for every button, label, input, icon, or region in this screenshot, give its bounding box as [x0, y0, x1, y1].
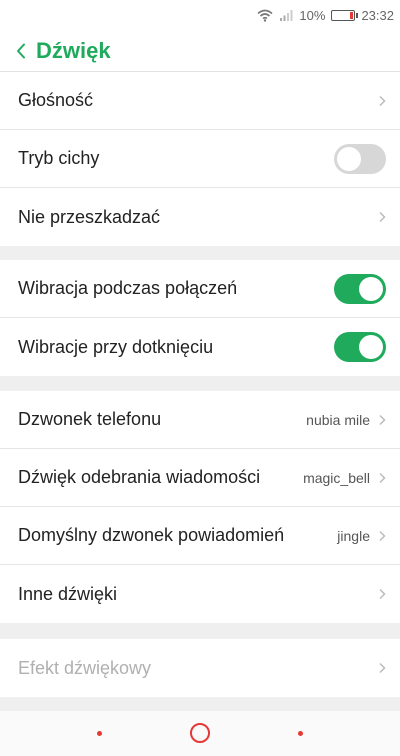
page-title: Dźwięk: [36, 37, 111, 63]
navigation-bar: [0, 711, 400, 756]
settings-row[interactable]: Dzwonek telefonu nubia mile: [0, 391, 400, 449]
settings-row-control: nubia mile: [306, 391, 386, 448]
toggle-switch[interactable]: [334, 273, 386, 304]
settings-row[interactable]: Tryb cichy: [0, 130, 400, 188]
settings-row-control: [334, 260, 386, 317]
battery-icon: [331, 9, 359, 21]
app-header: Dźwięk: [0, 30, 400, 72]
chevron-right-icon: [379, 472, 386, 483]
settings-section: Głośność Tryb cichy Nie przeszkadzać: [0, 72, 400, 246]
settings-row[interactable]: Nie przeszkadzać: [0, 188, 400, 246]
settings-row[interactable]: Dźwięk odebrania wiadomości magic_bell: [0, 449, 400, 507]
chevron-right-icon: [379, 662, 386, 674]
battery-percent: 10%: [299, 7, 326, 23]
signal-icon: [280, 10, 293, 21]
settings-row-label: Inne dźwięki: [18, 583, 118, 604]
toggle-knob: [359, 335, 383, 359]
settings-row-value: magic_bell: [303, 469, 370, 486]
settings-row[interactable]: Wibracje przy dotknięciu: [0, 318, 400, 376]
toggle-knob: [337, 146, 361, 171]
settings-row-control: magic_bell: [303, 449, 386, 506]
settings-row-label: Nie przeszkadzać: [18, 206, 161, 227]
settings-section: Efekt dźwiękowy: [0, 639, 400, 697]
menu-nav-button[interactable]: [97, 731, 102, 736]
settings-row-control: [378, 565, 386, 623]
settings-row-control: jingle: [337, 507, 386, 564]
chevron-right-icon: [379, 95, 386, 106]
settings-section: Dzwonek telefonu nubia mile Dźwięk odebran…: [0, 391, 400, 623]
chevron-right-icon: [379, 211, 386, 223]
settings-row-control: [378, 639, 386, 697]
settings-row-value: jingle: [337, 527, 370, 544]
wifi-icon: [257, 9, 273, 22]
chevron-right-icon: [379, 588, 386, 600]
settings-row: Efekt dźwiękowy: [0, 639, 400, 697]
settings-row-value: nubia mile: [306, 411, 370, 428]
settings-row[interactable]: Głośność: [0, 72, 400, 130]
settings-row-label: Efekt dźwiękowy: [18, 657, 152, 678]
settings-row-label: Dźwięk odebrania wiadomości: [18, 467, 261, 487]
back-icon[interactable]: [16, 41, 32, 61]
chevron-right-icon: [379, 530, 386, 541]
settings-section: Wibracja podczas połączeń Wibracje przy d…: [0, 260, 400, 376]
settings-row-label: Wibracje przy dotknięciu: [18, 336, 214, 357]
home-nav-button[interactable]: [190, 723, 210, 743]
settings-row-label: Dzwonek telefonu: [18, 409, 162, 429]
settings-row-control: [334, 130, 386, 187]
toggle-switch[interactable]: [334, 143, 386, 174]
settings-row-label: Wibracja podczas połączeń: [18, 278, 238, 298]
toggle-switch[interactable]: [334, 332, 386, 362]
chevron-right-icon: [379, 414, 386, 425]
settings-row[interactable]: Inne dźwięki: [0, 565, 400, 623]
status-bar: 10% 23:32: [0, 0, 400, 30]
settings-row-control: [378, 188, 386, 246]
settings-row[interactable]: Domyślny dzwonek powiadomień jingle: [0, 507, 400, 565]
settings-row-label: Tryb cichy: [18, 148, 100, 168]
settings-row-label: Głośność: [18, 90, 94, 110]
settings-row-label: Domyślny dzwonek powiadomień: [18, 525, 285, 545]
settings-row-control: [378, 72, 386, 129]
toggle-knob: [359, 276, 383, 301]
back-nav-button[interactable]: [298, 731, 303, 736]
settings-row[interactable]: Wibracja podczas połączeń: [0, 260, 400, 318]
clock: 23:32: [361, 7, 394, 23]
settings-row-control: [334, 318, 386, 376]
